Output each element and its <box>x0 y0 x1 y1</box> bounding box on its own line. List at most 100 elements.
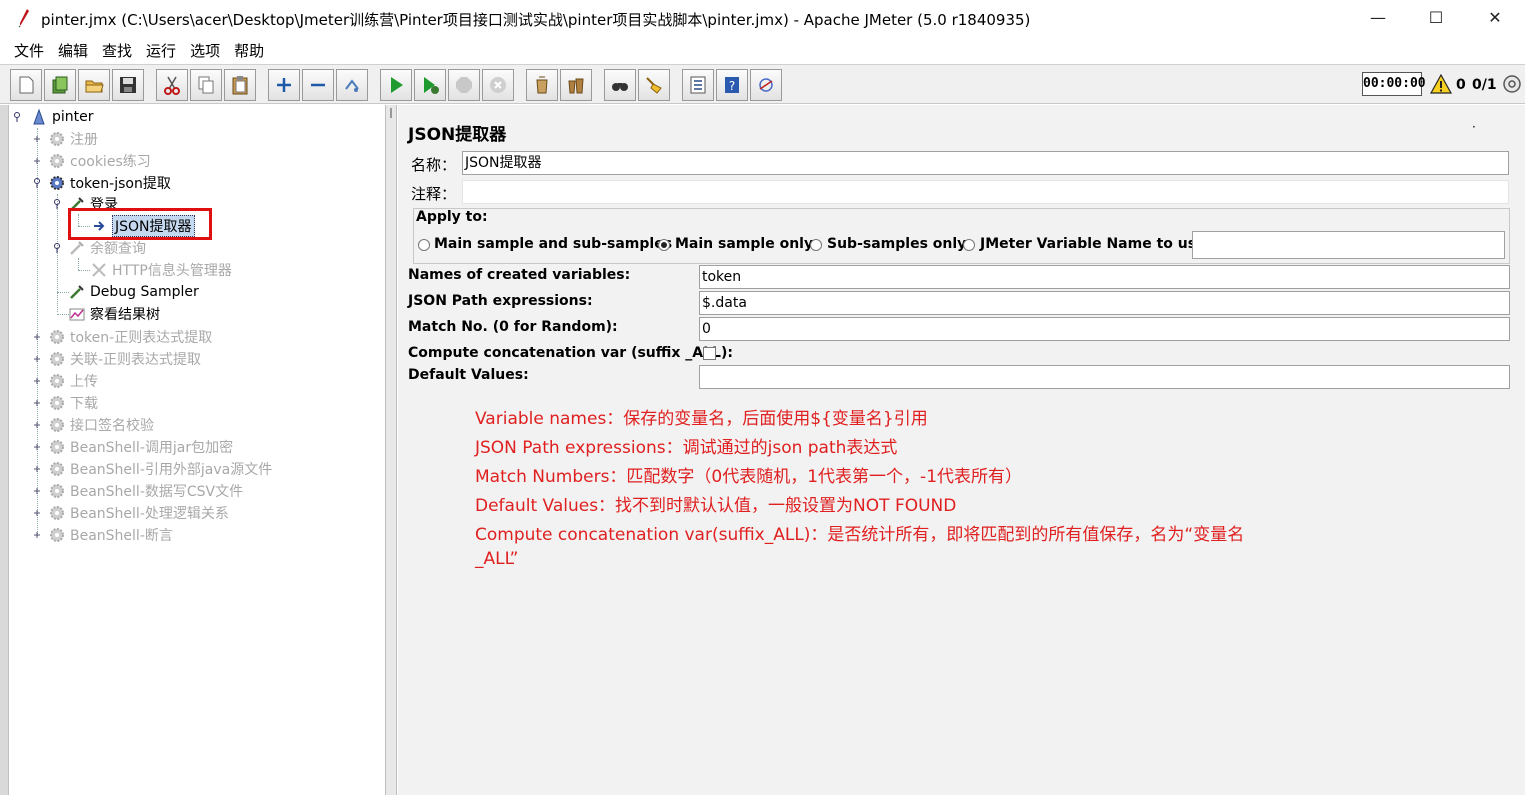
tree-toggle-icon[interactable] <box>32 156 42 166</box>
tree-toggle-icon[interactable] <box>32 508 42 518</box>
tree-item-correlation-regex[interactable]: 关联-正则表达式提取 <box>48 348 201 370</box>
menu-options[interactable]: 选项 <box>190 40 220 61</box>
expand-icon <box>277 78 291 92</box>
var-names-input[interactable]: token <box>699 265 1510 289</box>
shutdown-icon <box>490 77 506 93</box>
tree-item-balance[interactable]: 余额查询 <box>68 237 146 259</box>
clear-all-button[interactable] <box>560 69 592 101</box>
tree-item-beanshell-java[interactable]: BeanShell-引用外部java源文件 <box>48 458 272 480</box>
tree-item-beanshell-assert[interactable]: BeanShell-断言 <box>48 524 173 546</box>
menu-help[interactable]: 帮助 <box>234 40 264 61</box>
menu-run[interactable]: 运行 <box>146 40 176 61</box>
help-button[interactable]: ? <box>716 69 748 101</box>
expand-all-button[interactable] <box>268 69 300 101</box>
tree-toggle-icon[interactable] <box>32 420 42 430</box>
search-icon <box>612 83 628 91</box>
menu-file[interactable]: 文件 <box>14 40 44 61</box>
save-button[interactable] <box>112 69 144 101</box>
panel-title: JSON提取器 <box>408 125 507 145</box>
radio-sub-only[interactable] <box>810 239 822 251</box>
name-field[interactable]: JSON提取器 <box>462 151 1509 175</box>
jmeter-variable-input[interactable] <box>1192 231 1505 259</box>
radio-main-and-sub-label[interactable]: Main sample and sub-samples <box>434 236 672 252</box>
collapse-all-button[interactable] <box>302 69 334 101</box>
tree-item-upload[interactable]: 上传 <box>48 370 98 392</box>
function-helper-button[interactable] <box>682 69 714 101</box>
tree-toggle-icon[interactable] <box>32 354 42 364</box>
templates-button[interactable] <box>44 69 76 101</box>
tree-item-beanshell-logic[interactable]: BeanShell-处理逻辑关系 <box>48 502 229 524</box>
concat-label: Compute concatenation var (suffix _ALL): <box>408 345 733 361</box>
tree-item-result-tree[interactable]: 察看结果树 <box>68 303 160 325</box>
tree-item-label: 察看结果树 <box>90 307 160 323</box>
tree-item-register[interactable]: 注册 <box>48 128 98 150</box>
default-values-input[interactable] <box>699 365 1510 389</box>
tree-toggle-icon[interactable] <box>32 530 42 540</box>
tree-toggle-icon[interactable] <box>32 442 42 452</box>
tree-toggle-icon[interactable] <box>32 178 42 188</box>
tree-toggle-icon[interactable] <box>52 199 62 209</box>
copy-button[interactable] <box>190 69 222 101</box>
close-button[interactable]: ✕ <box>1472 6 1518 30</box>
paste-icon <box>232 76 248 95</box>
shutdown-button[interactable] <box>482 69 514 101</box>
json-path-input[interactable]: $.data <box>699 291 1510 315</box>
tree-item-signature-check[interactable]: 接口签名校验 <box>48 414 154 436</box>
radio-main-and-sub[interactable] <box>418 239 430 251</box>
toggle-button[interactable] <box>336 69 368 101</box>
panel-splitter[interactable] <box>385 105 397 795</box>
radio-main-only[interactable] <box>658 239 670 251</box>
start-no-pause-icon <box>424 77 439 94</box>
tree-item-root[interactable]: pinter <box>30 106 94 128</box>
tree-item-beanshell-csv[interactable]: BeanShell-数据写CSV文件 <box>48 480 243 502</box>
tree-item-download[interactable]: 下载 <box>48 392 98 414</box>
tree-item-cookies[interactable]: cookies练习 <box>48 150 151 172</box>
tree-toggle-icon[interactable] <box>52 243 62 253</box>
tree-toggle-icon[interactable] <box>32 376 42 386</box>
tree-item-label: BeanShell-调用jar包加密 <box>70 440 234 456</box>
tree-item-token-json[interactable]: token-json提取 <box>48 172 171 194</box>
templates-icon <box>52 76 68 94</box>
tree-item-beanshell-jar[interactable]: BeanShell-调用jar包加密 <box>48 436 233 458</box>
start-button[interactable] <box>380 69 412 101</box>
menu-search[interactable]: 查找 <box>102 40 132 61</box>
tree-item-label: 接口签名校验 <box>70 418 154 434</box>
tree-item-debug-sampler[interactable]: Debug Sampler <box>68 281 199 303</box>
search-button[interactable] <box>604 69 636 101</box>
warning-icon[interactable] <box>1430 74 1452 94</box>
tree-item-token-regex[interactable]: token-正则表达式提取 <box>48 326 212 348</box>
tree-toggle-icon[interactable] <box>32 134 42 144</box>
json-path-label: JSON Path expressions: <box>408 293 593 309</box>
menu-edit[interactable]: 编辑 <box>58 40 88 61</box>
cut-button[interactable] <box>156 69 188 101</box>
tree-toggle-icon[interactable] <box>32 398 42 408</box>
radio-jmeter-var[interactable] <box>963 239 975 251</box>
comment-field[interactable] <box>462 180 1509 204</box>
match-no-input[interactable]: 0 <box>699 317 1510 341</box>
radio-sub-only-label[interactable]: Sub-samples only <box>827 236 966 252</box>
stop-button[interactable] <box>448 69 480 101</box>
tree-toggle-icon[interactable] <box>12 112 22 122</box>
thread-count: 0/1 <box>1472 77 1497 93</box>
save-icon <box>120 77 136 93</box>
remote-globe-icon[interactable] <box>1502 74 1522 94</box>
new-button[interactable] <box>10 69 42 101</box>
open-button[interactable] <box>78 69 110 101</box>
remote-button[interactable] <box>750 69 782 101</box>
tree-toggle-icon[interactable] <box>32 332 42 342</box>
radio-main-only-label[interactable]: Main sample only <box>675 236 813 252</box>
tree-toggle-icon[interactable] <box>32 486 42 496</box>
start-no-pause-button[interactable] <box>414 69 446 101</box>
tree-item-header-manager[interactable]: HTTP信息头管理器 <box>90 259 232 281</box>
tree-item-label: BeanShell-处理逻辑关系 <box>70 506 229 522</box>
tree-item-label: 余额查询 <box>90 241 146 257</box>
reset-search-button[interactable] <box>638 69 670 101</box>
clear-button[interactable] <box>526 69 558 101</box>
paste-button[interactable] <box>224 69 256 101</box>
tree-toggle-icon[interactable] <box>32 464 42 474</box>
name-label: 名称： <box>411 156 457 174</box>
concat-checkbox[interactable] <box>703 347 716 360</box>
radio-jmeter-var-label[interactable]: JMeter Variable Name to use <box>980 236 1206 252</box>
minimize-button[interactable]: — <box>1355 6 1401 30</box>
maximize-button[interactable]: ☐ <box>1413 6 1459 30</box>
